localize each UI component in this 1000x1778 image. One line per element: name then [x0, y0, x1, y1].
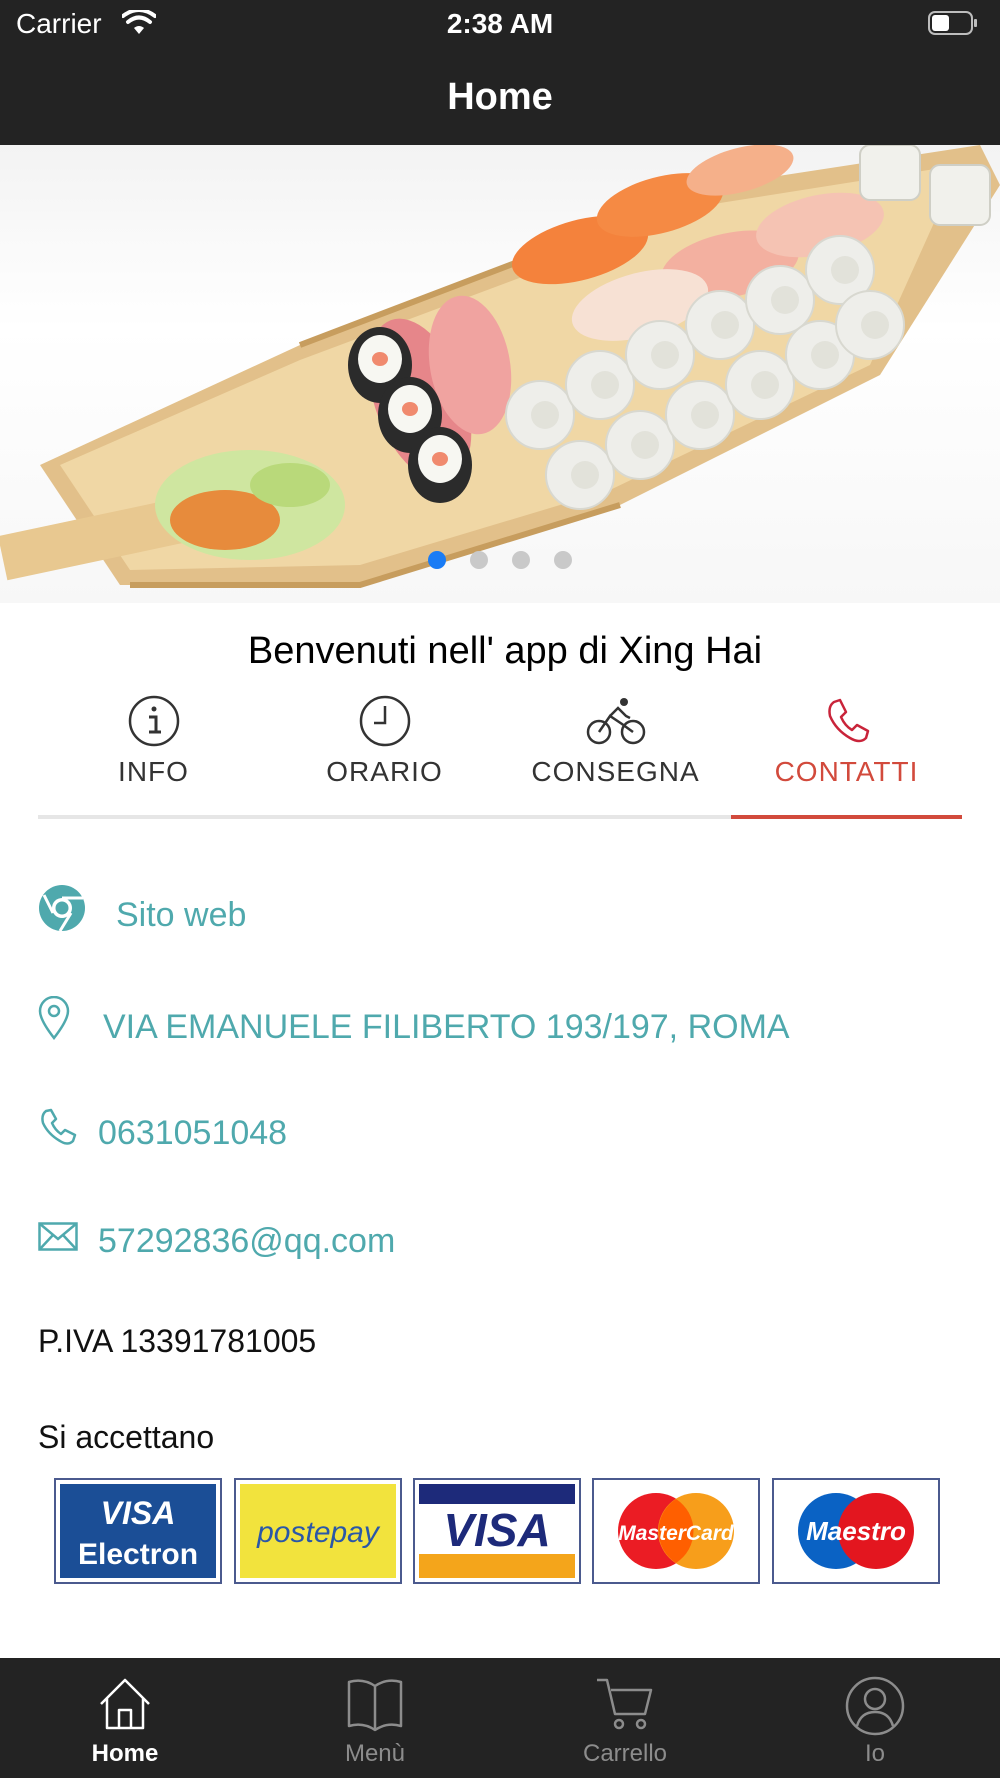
- bicycle-icon: [586, 698, 645, 745]
- tabbar-home[interactable]: Home: [0, 1658, 250, 1778]
- svg-text:Electron: Electron: [78, 1538, 198, 1571]
- navigation-bar: Home: [0, 50, 1000, 145]
- home-icon: [100, 1678, 150, 1730]
- tab-info[interactable]: INFO: [38, 694, 269, 820]
- tab-info-label: INFO: [118, 756, 189, 787]
- tab-contatti[interactable]: CONTATTI: [731, 694, 962, 820]
- tab-orario-label: ORARIO: [326, 756, 443, 787]
- email-link[interactable]: 57292836@qq.com: [98, 1222, 395, 1261]
- svg-text:VISA: VISA: [101, 1495, 176, 1531]
- tab-active-indicator: [731, 815, 962, 819]
- accepted-payments-label: Si accettano: [38, 1419, 215, 1455]
- clock-icon: [359, 695, 410, 747]
- info-icon: [128, 695, 179, 747]
- bottom-tab-bar: Home Menù Carrello Io: [0, 1658, 1000, 1778]
- tabbar-cart-label: Carrello: [582, 1740, 668, 1767]
- tab-consegna-label: CONSEGNA: [531, 756, 700, 787]
- book-icon: [347, 1679, 403, 1732]
- visa-logo: VISA: [413, 1478, 581, 1584]
- tab-consegna[interactable]: CONSEGNA: [500, 694, 731, 820]
- cart-icon: [597, 1678, 653, 1730]
- tabbar-cart[interactable]: Carrello: [500, 1658, 750, 1778]
- svg-text:VISA: VISA: [443, 1504, 550, 1556]
- envelope-icon: [38, 1222, 78, 1251]
- chrome-icon: [39, 885, 85, 932]
- website-link[interactable]: Sito web: [116, 896, 246, 935]
- page-title: Home: [447, 76, 553, 118]
- phone-link[interactable]: 0631051048: [98, 1114, 287, 1153]
- carousel-dot-3[interactable]: [512, 551, 530, 569]
- address-link[interactable]: VIA EMANUELE FILIBERTO 193/197, ROMA: [103, 1008, 790, 1047]
- vat-number: P.IVA 13391781005: [38, 1323, 317, 1359]
- carousel-dot-4[interactable]: [554, 551, 572, 569]
- battery-icon: [928, 11, 977, 35]
- phone-icon: [41, 1108, 77, 1145]
- user-icon: [845, 1676, 905, 1736]
- info-tabs: INFO ORARIO CONSEGNA CONTATTI: [38, 694, 962, 820]
- tabbar-profile[interactable]: Io: [750, 1658, 1000, 1778]
- svg-text:postepay: postepay: [256, 1516, 381, 1549]
- svg-text:Maestro: Maestro: [806, 1516, 906, 1546]
- phone-icon: [827, 698, 869, 743]
- status-bar: Carrier 2:38 AM: [0, 0, 1000, 50]
- mastercard-logo: MasterCard: [592, 1478, 760, 1584]
- tabbar-menu-label: Menù: [344, 1740, 406, 1767]
- carousel-dot-1[interactable]: [428, 551, 446, 569]
- carousel-dot-2[interactable]: [470, 551, 488, 569]
- welcome-text: Benvenuti nell' app di Xing Hai: [247, 630, 763, 672]
- tab-orario[interactable]: ORARIO: [269, 694, 500, 820]
- status-time: 2:38 AM: [446, 8, 554, 39]
- payment-cards: VISA Electron postepay VISA MasterCard M…: [54, 1478, 944, 1588]
- svg-text:MasterCard: MasterCard: [618, 1522, 735, 1545]
- maestro-logo: Maestro: [772, 1478, 940, 1584]
- carousel-page-indicator[interactable]: [0, 551, 1000, 569]
- tab-contatti-label: CONTATTI: [774, 756, 919, 787]
- postepay-logo: postepay: [234, 1478, 402, 1584]
- tabbar-home-label: Home: [91, 1740, 159, 1767]
- visa-electron-logo: VISA Electron: [54, 1478, 222, 1584]
- tabbar-profile-label: Io: [864, 1740, 885, 1767]
- tabbar-menu[interactable]: Menù: [250, 1658, 500, 1778]
- location-pin-icon: [38, 996, 70, 1040]
- sushi-boat-image: [0, 145, 1000, 588]
- hero-carousel[interactable]: [0, 145, 1000, 603]
